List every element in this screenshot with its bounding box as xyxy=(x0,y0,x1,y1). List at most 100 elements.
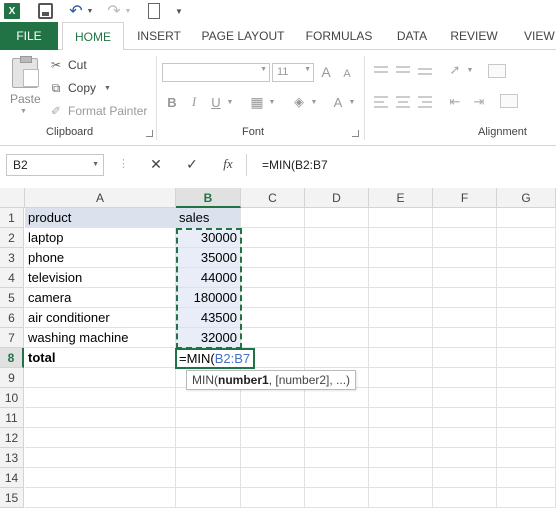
grid-cell[interactable] xyxy=(25,448,176,468)
grid-cell[interactable] xyxy=(176,448,241,468)
formula-bar-resize-handle[interactable]: ⋮ xyxy=(118,157,129,170)
grid-cell[interactable]: laptop xyxy=(25,228,176,248)
grid-cell[interactable] xyxy=(433,248,497,268)
formula-input[interactable]: =MIN(B2:B7 xyxy=(252,154,556,176)
copy-dropdown-icon[interactable]: ▼ xyxy=(104,85,111,92)
grid-cell[interactable] xyxy=(497,228,556,248)
grid-cell[interactable] xyxy=(176,488,241,508)
grid-cell[interactable] xyxy=(25,368,176,388)
paste-button-label[interactable]: Paste xyxy=(10,92,41,106)
tab-page-layout[interactable]: PAGE LAYOUT xyxy=(198,22,288,50)
grid-cell[interactable] xyxy=(497,328,556,348)
grid-cell[interactable] xyxy=(497,288,556,308)
grid-cell[interactable] xyxy=(497,468,556,488)
tab-home[interactable]: HOME xyxy=(62,22,124,51)
italic-button[interactable]: I xyxy=(186,94,202,110)
grid-cell[interactable] xyxy=(433,448,497,468)
grid-cell[interactable] xyxy=(369,428,433,448)
grid-cell[interactable] xyxy=(433,348,497,368)
grid-cell[interactable] xyxy=(433,328,497,348)
grid-cell[interactable] xyxy=(369,408,433,428)
font-color-dropdown-icon[interactable]: ▼ xyxy=(348,94,356,110)
new-document-icon[interactable] xyxy=(148,3,160,19)
grid-cell[interactable] xyxy=(369,268,433,288)
grid-cell[interactable] xyxy=(497,268,556,288)
grid-cell[interactable]: 35000 xyxy=(176,248,241,268)
grid-cell[interactable] xyxy=(241,288,305,308)
grid-cell[interactable] xyxy=(369,328,433,348)
insert-function-button[interactable]: fx xyxy=(220,156,236,174)
merge-center-icon[interactable] xyxy=(500,94,518,108)
tab-view[interactable]: VIEW xyxy=(514,22,556,50)
grid-cell[interactable] xyxy=(369,228,433,248)
row-header[interactable]: 11 xyxy=(0,408,24,428)
grid-cell[interactable] xyxy=(369,348,433,368)
grid-cell[interactable] xyxy=(433,308,497,328)
row-header[interactable]: 2 xyxy=(0,228,24,248)
name-box[interactable]: B2 ▼ xyxy=(6,154,104,176)
copy-button[interactable]: ⧉ Copy ▼ xyxy=(48,79,111,97)
grid-cell[interactable] xyxy=(433,408,497,428)
grid-cell[interactable] xyxy=(369,488,433,508)
decrease-indent-icon[interactable]: ⇤ xyxy=(446,94,464,110)
grid-cell[interactable] xyxy=(241,488,305,508)
grid-cell[interactable] xyxy=(241,228,305,248)
column-header[interactable]: A xyxy=(25,188,176,208)
grid-cell[interactable] xyxy=(497,348,556,368)
grid-cell[interactable] xyxy=(369,308,433,328)
grid-cell[interactable] xyxy=(497,488,556,508)
grid-cell[interactable] xyxy=(369,368,433,388)
font-color-button[interactable]: A xyxy=(330,94,346,110)
undo-dropdown-icon[interactable]: ▼ xyxy=(86,3,94,19)
wrap-text-icon[interactable] xyxy=(488,64,506,78)
grid-cell[interactable]: washing machine xyxy=(25,328,176,348)
grid-cell[interactable] xyxy=(305,328,369,348)
fill-color-icon[interactable]: ◈ xyxy=(290,94,308,110)
column-header[interactable]: C xyxy=(241,188,305,208)
tab-insert[interactable]: INSERT xyxy=(130,22,188,50)
grid-cell[interactable]: phone xyxy=(25,248,176,268)
grid-cell[interactable] xyxy=(497,368,556,388)
tab-file[interactable]: FILE xyxy=(0,22,58,50)
grid-cell[interactable] xyxy=(241,428,305,448)
font-dialog-launcher-icon[interactable] xyxy=(352,130,359,137)
grid-cell[interactable]: product xyxy=(25,208,176,228)
grid-cell[interactable] xyxy=(433,288,497,308)
grid-cell[interactable] xyxy=(176,428,241,448)
grid-cell[interactable]: camera xyxy=(25,288,176,308)
grid-cell[interactable] xyxy=(497,248,556,268)
borders-icon[interactable]: ▦ xyxy=(248,94,266,110)
format-painter-button[interactable]: ✐ Format Painter xyxy=(48,102,147,120)
grid-cell[interactable] xyxy=(305,288,369,308)
column-header[interactable]: G xyxy=(497,188,556,208)
grid-cell[interactable] xyxy=(241,408,305,428)
grid-cell[interactable]: 32000 xyxy=(176,328,241,348)
tab-review[interactable]: REVIEW xyxy=(448,22,500,50)
grid-cell[interactable] xyxy=(497,388,556,408)
grid-cell[interactable] xyxy=(176,408,241,428)
fill-color-dropdown-icon[interactable]: ▼ xyxy=(310,94,318,110)
row-header[interactable]: 12 xyxy=(0,428,24,448)
grid-cell[interactable] xyxy=(305,428,369,448)
grid-cell[interactable] xyxy=(369,248,433,268)
cut-button[interactable]: ✂ Cut xyxy=(48,56,87,74)
column-header[interactable]: D xyxy=(305,188,369,208)
grid-cell[interactable] xyxy=(433,468,497,488)
grid-cell[interactable] xyxy=(176,388,241,408)
row-header[interactable]: 10 xyxy=(0,388,24,408)
orientation-icon[interactable]: ➚ xyxy=(446,62,464,78)
active-cell-editor[interactable]: =MIN(B2:B7 xyxy=(175,348,255,369)
grid-cell[interactable] xyxy=(433,208,497,228)
grid-cell[interactable] xyxy=(433,268,497,288)
grid-cell[interactable] xyxy=(241,248,305,268)
grid-cell[interactable]: 180000 xyxy=(176,288,241,308)
grid-cell[interactable] xyxy=(25,388,176,408)
grid-cell[interactable] xyxy=(305,208,369,228)
undo-icon[interactable]: ↶ xyxy=(68,3,84,20)
row-header[interactable]: 7 xyxy=(0,328,24,348)
grid-cell[interactable] xyxy=(241,268,305,288)
grid-cell[interactable] xyxy=(305,468,369,488)
grid-cell[interactable] xyxy=(433,368,497,388)
row-header[interactable]: 6 xyxy=(0,308,24,328)
row-header[interactable]: 3 xyxy=(0,248,24,268)
